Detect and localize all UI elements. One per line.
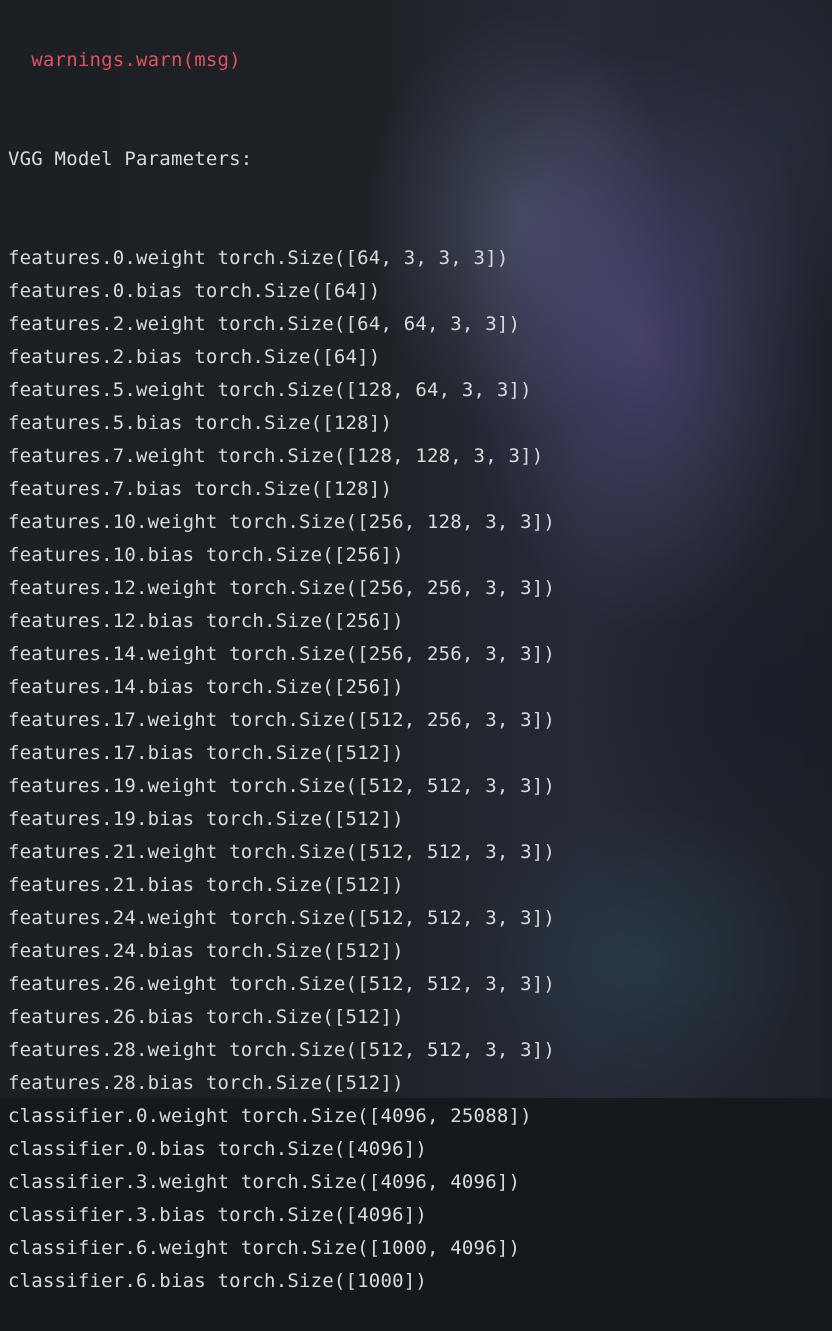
console-line: features.26.bias torch.Size([512]) <box>8 1006 404 1028</box>
console-line: features.14.bias torch.Size([256]) <box>8 676 404 698</box>
console-line: features.5.bias torch.Size([128]) <box>8 412 393 434</box>
console-line: features.2.weight torch.Size([64, 64, 3,… <box>8 313 521 335</box>
console-line: classifier.3.weight torch.Size([4096, 40… <box>8 1171 521 1193</box>
console-line: features.0.weight torch.Size([64, 3, 3, … <box>8 247 509 269</box>
console-output[interactable]: warnings.warn(msg) VGG Model Parameters:… <box>8 0 555 1331</box>
console-line: features.26.weight torch.Size([512, 512,… <box>8 973 556 995</box>
warning-line: warnings.warn(msg) <box>8 49 241 71</box>
console-line: features.10.bias torch.Size([256]) <box>8 544 404 566</box>
console-line: classifier.3.bias torch.Size([4096]) <box>8 1204 428 1226</box>
console-line: features.5.weight torch.Size([128, 64, 3… <box>8 379 532 401</box>
output-header: VGG Model Parameters: <box>8 148 253 170</box>
console-line: features.14.weight torch.Size([256, 256,… <box>8 643 556 665</box>
console-line: features.7.bias torch.Size([128]) <box>8 478 393 500</box>
console-line: features.10.weight torch.Size([256, 128,… <box>8 511 556 533</box>
console-line: features.2.bias torch.Size([64]) <box>8 346 381 368</box>
console-line: features.24.weight torch.Size([512, 512,… <box>8 907 556 929</box>
console-line: features.0.bias torch.Size([64]) <box>8 280 381 302</box>
console-line: features.7.weight torch.Size([128, 128, … <box>8 445 544 467</box>
console-line: features.19.weight torch.Size([512, 512,… <box>8 775 556 797</box>
console-line: features.21.weight torch.Size([512, 512,… <box>8 841 556 863</box>
console-line: features.21.bias torch.Size([512]) <box>8 874 404 896</box>
console-line: classifier.0.weight torch.Size([4096, 25… <box>8 1105 532 1127</box>
console-line: features.17.weight torch.Size([512, 256,… <box>8 709 556 731</box>
console-line: features.28.weight torch.Size([512, 512,… <box>8 1039 556 1061</box>
parameter-list: features.0.weight torch.Size([64, 3, 3, … <box>8 242 555 1298</box>
console-line: features.28.bias torch.Size([512]) <box>8 1072 404 1094</box>
console-line: classifier.6.bias torch.Size([1000]) <box>8 1270 428 1292</box>
console-line: classifier.6.weight torch.Size([1000, 40… <box>8 1237 521 1259</box>
console-line: classifier.0.bias torch.Size([4096]) <box>8 1138 428 1160</box>
console-line: features.24.bias torch.Size([512]) <box>8 940 404 962</box>
console-line: features.19.bias torch.Size([512]) <box>8 808 404 830</box>
console-line: features.12.weight torch.Size([256, 256,… <box>8 577 556 599</box>
console-line: features.12.bias torch.Size([256]) <box>8 610 404 632</box>
console-line: features.17.bias torch.Size([512]) <box>8 742 404 764</box>
